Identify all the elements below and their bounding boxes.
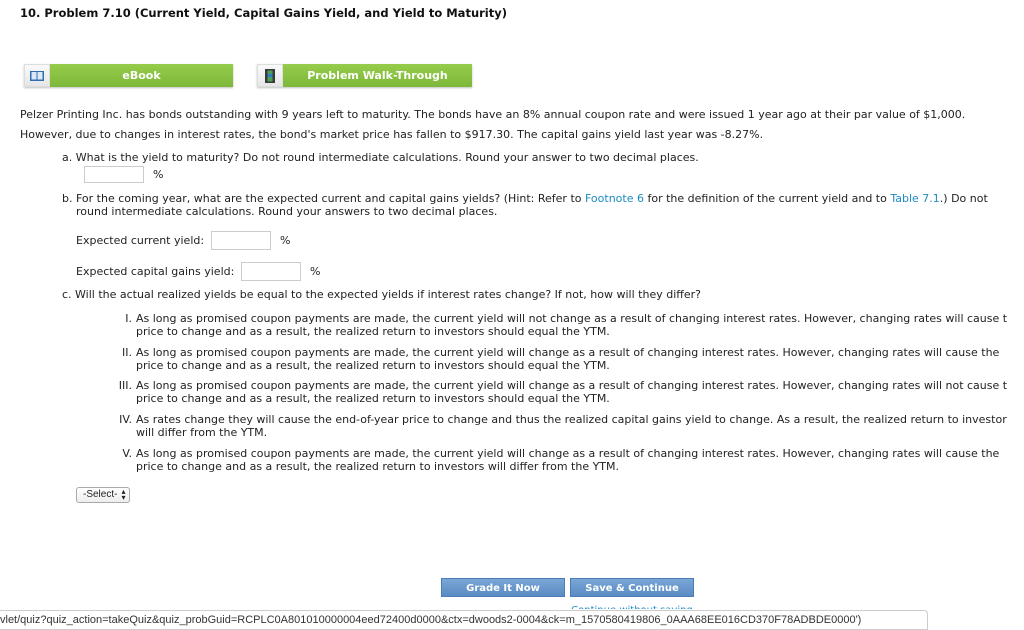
- option-number: V.: [122, 447, 132, 460]
- select-value: -Select-: [83, 489, 118, 500]
- book-icon: [24, 64, 50, 87]
- problem-line-1: Pelzer Printing Inc. has bonds outstandi…: [20, 108, 966, 121]
- option-text: As long as promised coupon payments are …: [136, 312, 1008, 325]
- option-text-2: price to change and as a result, the rea…: [136, 325, 610, 338]
- option-text: As long as promised coupon payments are …: [136, 379, 1008, 392]
- option-text-2: will differ from the YTM.: [136, 426, 268, 439]
- option-iv: IV. As rates change they will cause the …: [108, 413, 1024, 439]
- ytm-unit: %: [153, 168, 164, 181]
- footnote-6-link[interactable]: Footnote 6: [585, 192, 644, 205]
- part-c-question: c. Will the actual realized yields be eq…: [62, 288, 701, 301]
- ebook-label: eBook: [50, 64, 233, 87]
- part-b-text-mid: for the definition of the current yield …: [643, 192, 891, 205]
- part-b-text-line2: round intermediate calculations. Round y…: [76, 205, 498, 218]
- problem-line-2: However, due to changes in interest rate…: [20, 128, 764, 141]
- capital-gains-yield-input[interactable]: [241, 262, 301, 281]
- current-yield-label: Expected current yield:: [76, 234, 205, 247]
- option-ii: II. As long as promised coupon payments …: [108, 346, 1024, 372]
- part-b-question: b. For the coming year, what are the exp…: [62, 192, 1022, 218]
- option-iii: III. As long as promised coupon payments…: [108, 379, 1024, 405]
- option-number: IV.: [119, 413, 132, 426]
- save-continue-button[interactable]: Save & Continue: [570, 578, 694, 597]
- ebook-button[interactable]: eBook: [24, 64, 233, 87]
- part-b-text-end: .) Do not: [939, 192, 988, 205]
- ytm-input[interactable]: [84, 166, 144, 183]
- grade-it-now-button[interactable]: Grade It Now: [441, 578, 565, 597]
- table-7-1-link[interactable]: Table 7.1: [890, 192, 939, 205]
- answer-select[interactable]: -Select- ▴ ▾: [76, 487, 131, 503]
- current-yield-input[interactable]: [211, 231, 271, 250]
- option-text: As long as promised coupon payments are …: [136, 447, 1000, 460]
- walkthrough-label: Problem Walk-Through: [283, 64, 472, 87]
- option-text: As long as promised coupon payments are …: [136, 346, 1000, 359]
- option-number: II.: [122, 346, 132, 359]
- part-a-question: a. What is the yield to maturity? Do not…: [62, 151, 699, 164]
- part-b-text-start: b. For the coming year, what are the exp…: [62, 192, 585, 205]
- capital-gains-yield-unit: %: [310, 265, 321, 278]
- option-i: I. As long as promised coupon payments a…: [108, 312, 1024, 338]
- current-yield-unit: %: [280, 234, 291, 247]
- option-number: III.: [118, 379, 132, 392]
- problem-walkthrough-button[interactable]: Problem Walk-Through: [257, 64, 472, 87]
- updown-arrows-icon: ▴ ▾: [121, 487, 126, 502]
- problem-statement: Pelzer Printing Inc. has bonds outstandi…: [20, 105, 1020, 145]
- option-text-2: price to change and as a result, the rea…: [136, 460, 620, 473]
- option-text: As rates change they will cause the end-…: [136, 413, 1007, 426]
- option-number: I.: [125, 312, 132, 325]
- capital-gains-yield-label: Expected capital gains yield:: [76, 265, 235, 278]
- option-text-2: price to change and as a result, the rea…: [136, 359, 610, 372]
- option-v: V. As long as promised coupon payments a…: [108, 447, 1024, 473]
- option-text-2: price to change and as a result, the rea…: [136, 392, 610, 405]
- continue-without-saving-link[interactable]: Continue without saving: [570, 603, 694, 609]
- status-bar-url: vlet/quiz?quiz_action=takeQuiz&quiz_prob…: [0, 610, 928, 630]
- problem-title: 10. Problem 7.10 (Current Yield, Capital…: [20, 6, 507, 20]
- film-icon: [257, 64, 283, 87]
